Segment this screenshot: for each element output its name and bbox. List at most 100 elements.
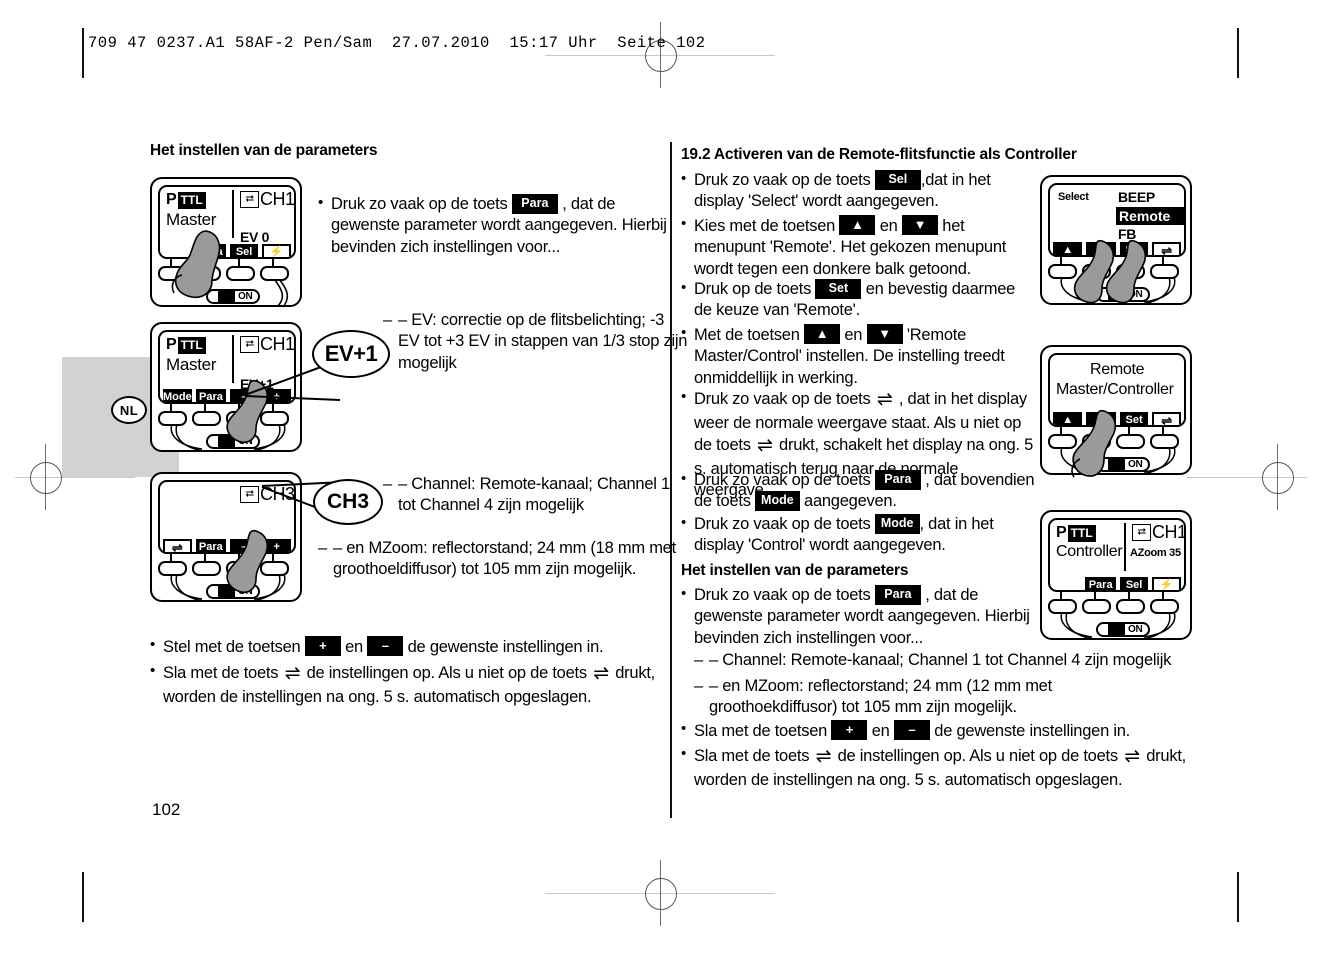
key-mode[interactable]: Mode xyxy=(755,491,800,511)
crop-tick-bottom-right xyxy=(1237,872,1239,922)
softkey-4-label[interactable]: ⚡ xyxy=(262,244,291,257)
softkey-flash[interactable]: ⚡ xyxy=(1152,577,1181,590)
softkey-1-label[interactable]: ⇌ xyxy=(163,539,192,552)
menu-title: Select xyxy=(1058,191,1089,203)
manual-page: 709 47 0237.A1 58AF-2 Pen/Sam 27.07.2010… xyxy=(0,0,1325,954)
key-plus[interactable]: + xyxy=(831,720,868,740)
remote-line-1: Remote xyxy=(1090,361,1145,378)
key-set[interactable]: Set xyxy=(815,279,862,299)
mode-letter: P xyxy=(1056,524,1067,541)
button-stem xyxy=(204,554,206,561)
return-icon[interactable]: ⇌ xyxy=(1122,745,1142,770)
right-bullet-para-mode: Druk zo vaak op de toets Para , dat bove… xyxy=(681,469,1039,513)
ttl-badge: TTL xyxy=(177,191,206,209)
button-stem xyxy=(1060,592,1062,599)
return-icon[interactable]: ⇌ xyxy=(283,662,303,687)
crop-tick-top-left xyxy=(82,28,84,78)
softkey-para[interactable]: Para xyxy=(1085,577,1116,590)
return-icon[interactable]: ⇌ xyxy=(814,745,834,770)
device-value: AZoom 35 xyxy=(1130,547,1181,559)
menu-item-beep[interactable]: BEEP xyxy=(1118,189,1155,205)
callout-ch3: CH3 xyxy=(313,479,383,525)
key-para[interactable]: Para xyxy=(874,585,921,605)
button-stem xyxy=(170,554,172,561)
device-mode-label: Master xyxy=(166,355,217,374)
left-bullet-adjust: Stel met de toetsen + en – de gewenste i… xyxy=(150,635,683,658)
right-heading: 19.2 Activeren van de Remote-flitsfuncti… xyxy=(681,146,1077,163)
key-para[interactable]: Para xyxy=(874,470,921,490)
device-mode-label: Master xyxy=(166,210,217,229)
ttl-badge: TTL xyxy=(1067,524,1096,542)
return-icon[interactable]: ⇌ xyxy=(875,388,895,413)
ttl-mode-tag: P TTL xyxy=(166,191,206,209)
mode-letter: P xyxy=(166,336,177,353)
power-on-label: ON xyxy=(1128,624,1143,635)
key-down[interactable]: ▼ xyxy=(866,324,903,344)
device-illustration-remote-master: Remote Master/Controller ▲ ▼ Set ⇌ ON xyxy=(1040,345,1192,478)
pointing-hand-icon xyxy=(171,230,221,299)
device-screen: P TTL Controller ⮂ CH1 AZoom 35 Para Sel… xyxy=(1048,518,1186,592)
remote-icon: ⮂ xyxy=(240,486,259,503)
crop-tick-bottom-left xyxy=(82,872,84,922)
softkey-1-label xyxy=(1053,577,1081,590)
bullet-trailing-text: aangegeven. xyxy=(799,492,897,511)
right-bullet-mode-control: Druk zo vaak op de toets Mode, dat in he… xyxy=(681,513,1034,557)
device-value: EV 0 xyxy=(240,229,270,245)
left-annotation-mzoom: – en MZoom: reflectorstand; 24 mm (18 mm… xyxy=(318,538,683,581)
crop-tick-top-right xyxy=(1237,28,1239,78)
return-icon[interactable]: ⇌ xyxy=(591,662,611,687)
ttl-mode-tag: P TTL xyxy=(1056,524,1096,542)
power-switch-knob xyxy=(1108,624,1125,635)
button-stem xyxy=(1060,427,1062,434)
device-mode-label: Controller xyxy=(1056,543,1123,560)
softkey-sel[interactable]: Sel xyxy=(1119,577,1149,590)
return-icon[interactable]: ⇌ xyxy=(755,434,775,459)
right-bullet-menu: Kies met de toetsen ▲ en ▼ het menupunt … xyxy=(681,214,1034,280)
right-dash-channel: – Channel: Remote-kanaal; Channel 1 tot … xyxy=(694,650,1189,672)
menu-item-remote-selected[interactable]: Remote xyxy=(1116,207,1184,225)
left-column: Het instellen van de parameters xyxy=(150,142,662,168)
key-minus[interactable]: – xyxy=(893,720,930,740)
button-stem xyxy=(272,259,274,266)
page-number: 102 xyxy=(152,800,181,819)
channel-indicator: ⮂ CH1 xyxy=(240,189,294,210)
mode-letter: P xyxy=(166,191,177,208)
key-sel[interactable]: Sel xyxy=(874,170,921,190)
device-illustration-controller: P TTL Controller ⮂ CH1 AZoom 35 Para Sel… xyxy=(1040,510,1192,640)
right-dash-mzoom: – en MZoom: reflectorstand; 24 mm (12 mm… xyxy=(694,676,1179,719)
key-up[interactable]: ▲ xyxy=(839,215,876,235)
right-sub-heading: Het instellen van de parameters xyxy=(681,562,909,579)
key-down[interactable]: ▼ xyxy=(901,215,938,235)
left-heading: Het instellen van de parameters xyxy=(150,142,378,159)
softkey-return[interactable]: ⇌ xyxy=(1152,412,1181,425)
print-header-meta: 709 47 0237.A1 58AF-2 Pen/Sam 27.07.2010… xyxy=(88,34,706,52)
button-stem xyxy=(170,404,172,411)
pointing-hand-icon xyxy=(1071,409,1117,478)
key-plus[interactable]: + xyxy=(304,636,341,656)
power-switch[interactable]: ON xyxy=(1096,622,1150,637)
device-illustration-select-menu: Select BEEP Remote FB ▲ ▼ Set ⇌ xyxy=(1040,175,1192,305)
key-mode[interactable]: Mode xyxy=(874,514,920,534)
key-para[interactable]: Para xyxy=(511,194,558,214)
language-badge: NL xyxy=(111,396,147,424)
softkey-1-label[interactable]: Mode xyxy=(163,389,192,402)
ttl-badge: TTL xyxy=(177,336,206,354)
button-stem xyxy=(1162,427,1164,434)
screen-divider xyxy=(232,335,234,383)
remote-icon: ⮂ xyxy=(240,191,259,208)
channel-label: CH1 xyxy=(1152,522,1186,542)
button-stem xyxy=(1060,257,1062,264)
menu-item-remote-label: Remote xyxy=(1119,208,1171,224)
remote-line-2: Master/Controller xyxy=(1056,381,1174,398)
key-up[interactable]: ▲ xyxy=(804,324,840,344)
button-stem xyxy=(1094,592,1096,599)
left-annotation-channel: – Channel: Remote-kanaal; Channel 1 tot … xyxy=(383,474,688,517)
pointing-hand-icon-2 xyxy=(1105,239,1147,304)
device-illustration-master-para: P TTL Master ⮂ CH1 EV 0 Para Sel ⚡ xyxy=(150,177,302,308)
right-bullet-set: Druk op de toets Set en bevestig daarmee… xyxy=(681,278,1029,322)
button-stem xyxy=(1162,592,1164,599)
left-annotation-ev: – EV: correctie op de flitsbelichting; -… xyxy=(383,310,688,374)
left-bullet-save: Sla met de toets ⇌ de instellingen op. A… xyxy=(150,661,683,708)
key-minus[interactable]: – xyxy=(367,636,404,656)
right-bullet-adjust: Sla met de toetsen + en – de gewenste in… xyxy=(681,719,1194,742)
